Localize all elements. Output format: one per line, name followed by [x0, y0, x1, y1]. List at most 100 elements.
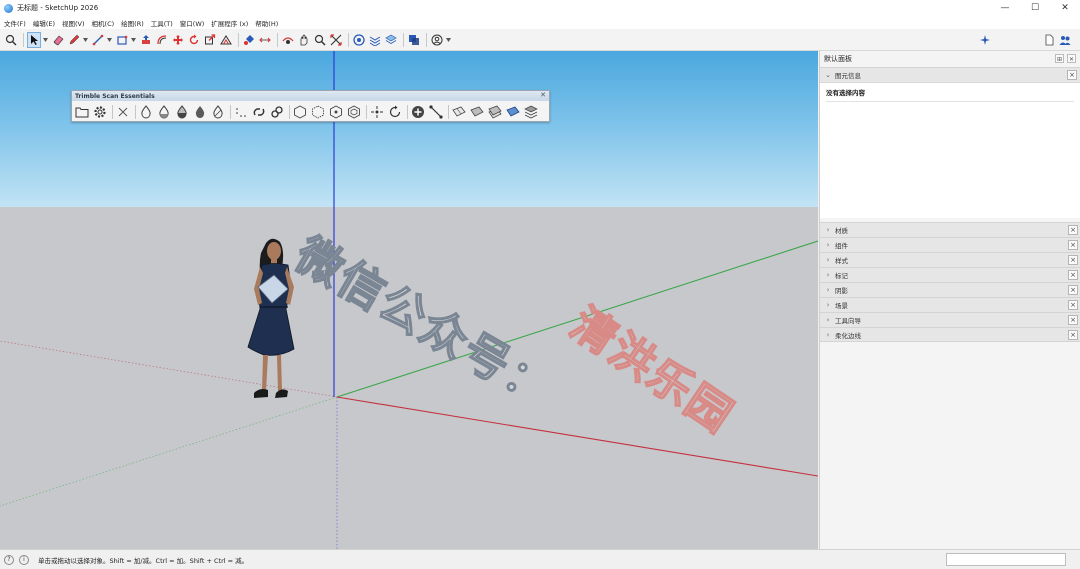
- add-circle-icon[interactable]: [410, 104, 426, 120]
- close-icon[interactable]: ×: [1068, 285, 1078, 295]
- geolocation-icon[interactable]: ?: [4, 554, 14, 565]
- hexagon-dashed-icon[interactable]: [310, 104, 326, 120]
- tray-section-entity-info[interactable]: ⌄ 图元信息 ×: [820, 67, 1080, 82]
- collaborators-icon[interactable]: [1058, 32, 1072, 48]
- new-document-icon[interactable]: [1042, 32, 1056, 48]
- minimize-button[interactable]: —: [990, 0, 1020, 16]
- menu-tools[interactable]: 工具(T): [151, 18, 173, 28]
- hexagon-inner-icon[interactable]: [346, 104, 362, 120]
- hexagon-outline-icon[interactable]: [292, 104, 308, 120]
- drop-filled-half-icon[interactable]: [174, 104, 190, 120]
- menu-camera[interactable]: 相机(C): [92, 18, 115, 28]
- menu-edit[interactable]: 编辑(E): [33, 18, 55, 28]
- close-icon[interactable]: ×: [1068, 240, 1078, 250]
- hexagon-dot-icon[interactable]: [328, 104, 344, 120]
- plane-fill-icon[interactable]: [469, 104, 485, 120]
- chevron-down-icon[interactable]: [83, 32, 88, 48]
- title-bar: 无标题 - SketchUp 2026 — ☐ ✕: [0, 0, 1080, 16]
- snap-points-icon[interactable]: [369, 104, 385, 120]
- menu-draw[interactable]: 绘图(R): [121, 18, 144, 28]
- trimble-scan-toolbar[interactable]: Trimble Scan Essentials ✕: [71, 90, 550, 122]
- link-alt-icon[interactable]: [269, 104, 285, 120]
- chevron-down-icon[interactable]: [131, 32, 136, 48]
- measurements-box[interactable]: [946, 553, 1066, 566]
- rectangle-tool-icon[interactable]: [115, 32, 129, 48]
- toolbar-separator: [426, 32, 427, 47]
- search-icon[interactable]: [4, 32, 18, 48]
- scale-figure[interactable]: [244, 237, 314, 409]
- close-icon[interactable]: ×: [1068, 225, 1078, 235]
- orbit-icon[interactable]: [281, 32, 295, 48]
- move-icon[interactable]: [171, 32, 185, 48]
- tray-section-soften-edges[interactable]: › 柔化边线 ×: [820, 327, 1080, 342]
- menu-extensions[interactable]: 扩展程序 (x): [211, 18, 248, 28]
- tray-section-label: 样式: [835, 257, 848, 265]
- link-icon[interactable]: [251, 104, 267, 120]
- sandbox-icon[interactable]: [368, 32, 382, 48]
- ai-sparkle-icon[interactable]: [978, 32, 992, 48]
- close-icon[interactable]: ✕: [1067, 54, 1076, 63]
- chevron-down-icon[interactable]: [107, 32, 112, 48]
- account-icon[interactable]: [430, 32, 444, 48]
- menu-window[interactable]: 窗口(W): [180, 18, 205, 28]
- folder-icon[interactable]: [74, 104, 90, 120]
- eraser-icon[interactable]: [51, 32, 65, 48]
- menu-file[interactable]: 文件(F): [4, 18, 26, 28]
- maximize-button[interactable]: ☐: [1020, 0, 1050, 16]
- zoom-icon[interactable]: [313, 32, 327, 48]
- layers-stack-icon[interactable]: [523, 104, 539, 120]
- close-icon[interactable]: ×: [1068, 255, 1078, 265]
- plane-grid-icon[interactable]: [451, 104, 467, 120]
- pin-icon[interactable]: ⊞: [1055, 54, 1064, 63]
- tray-section-instructor[interactable]: › 工具向导 ×: [820, 312, 1080, 327]
- close-icon[interactable]: [115, 104, 131, 120]
- drop-outline-icon[interactable]: [138, 104, 154, 120]
- zoom-extents-icon[interactable]: [329, 32, 343, 48]
- push-pull-icon[interactable]: [139, 32, 153, 48]
- info-icon[interactable]: i: [19, 554, 29, 565]
- pencil-icon[interactable]: [67, 32, 81, 48]
- close-icon[interactable]: ×: [1068, 315, 1078, 325]
- plane-stack-icon[interactable]: [487, 104, 503, 120]
- toolbar-separator: [277, 32, 278, 47]
- layers-icon[interactable]: [384, 32, 398, 48]
- measure-points-icon[interactable]: [428, 104, 444, 120]
- drop-filled-icon[interactable]: [192, 104, 208, 120]
- trimble-scan-icon[interactable]: [352, 32, 366, 48]
- drop-half-icon[interactable]: [156, 104, 172, 120]
- plane-blue-icon[interactable]: [505, 104, 521, 120]
- tray-section-styles[interactable]: › 样式 ×: [820, 252, 1080, 267]
- close-icon[interactable]: ×: [1068, 300, 1078, 310]
- menu-view[interactable]: 视图(V): [62, 18, 85, 28]
- drop-striped-icon[interactable]: [210, 104, 226, 120]
- modeling-viewport[interactable]: Trimble Scan Essentials ✕ 微信公众号：: [0, 51, 818, 549]
- tray-section-materials[interactable]: › 材质 ×: [820, 222, 1080, 237]
- close-icon[interactable]: ×: [1068, 330, 1078, 340]
- paint-bucket-icon[interactable]: [242, 32, 256, 48]
- pan-icon[interactable]: [297, 32, 311, 48]
- line-tool-icon[interactable]: [91, 32, 105, 48]
- close-icon[interactable]: ×: [1068, 270, 1078, 280]
- floating-toolbar-close-button[interactable]: ✕: [540, 91, 546, 99]
- refresh-points-icon[interactable]: [387, 104, 403, 120]
- gear-icon[interactable]: [92, 104, 108, 120]
- chevron-down-icon[interactable]: [43, 32, 48, 48]
- green-axis: [336, 240, 818, 398]
- solid-tools-icon[interactable]: [407, 32, 421, 48]
- offset-icon[interactable]: [155, 32, 169, 48]
- tray-section-scenes[interactable]: › 场景 ×: [820, 297, 1080, 312]
- close-button[interactable]: ✕: [1050, 0, 1080, 16]
- point-spacing-icon[interactable]: [233, 104, 249, 120]
- tape-measure-icon[interactable]: [219, 32, 233, 48]
- menu-help[interactable]: 帮助(H): [255, 18, 278, 28]
- select-tool-icon[interactable]: [27, 31, 41, 48]
- tray-section-tags[interactable]: › 标记 ×: [820, 267, 1080, 282]
- scale-icon[interactable]: [203, 32, 217, 48]
- text-tool-icon[interactable]: [258, 32, 272, 48]
- close-icon[interactable]: ×: [1067, 70, 1077, 80]
- tray-section-shadows[interactable]: › 阴影 ×: [820, 282, 1080, 297]
- chevron-down-icon[interactable]: [446, 32, 451, 48]
- rotate-icon[interactable]: [187, 32, 201, 48]
- tray-section-components[interactable]: › 组件 ×: [820, 237, 1080, 252]
- floating-toolbar-title[interactable]: Trimble Scan Essentials ✕: [72, 91, 549, 101]
